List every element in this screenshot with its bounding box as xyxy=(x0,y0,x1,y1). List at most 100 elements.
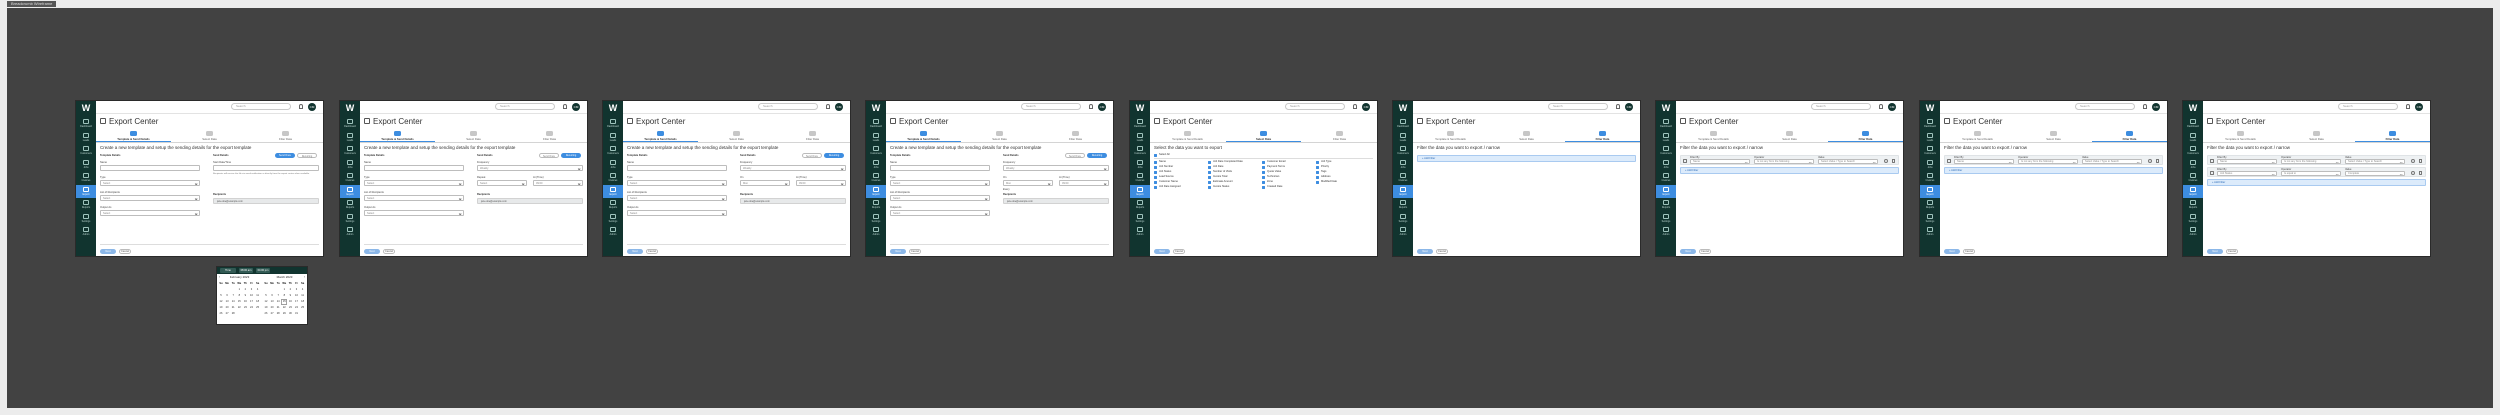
tab-step[interactable]: Template & Send Details xyxy=(1940,130,2015,142)
search-input[interactable]: Search xyxy=(758,103,818,110)
type-select[interactable]: Select xyxy=(364,180,464,186)
sidebar-item[interactable]: Leads xyxy=(868,131,884,144)
tab-step[interactable]: Filter Data xyxy=(1302,130,1377,142)
tab-step[interactable]: Select Data xyxy=(1489,130,1564,142)
recurring-toggle[interactable]: Recurring xyxy=(561,153,581,158)
data-field-checkbox[interactable]: Zone xyxy=(1262,180,1314,184)
sidebar-item[interactable]: Admin xyxy=(1658,225,1674,238)
sidebar-item[interactable]: Admin xyxy=(1132,225,1148,238)
sidebar-item[interactable]: Export xyxy=(76,184,96,198)
data-field-checkbox[interactable]: Customer Name xyxy=(1154,180,1206,184)
sidebar-item[interactable]: Jobs xyxy=(1922,158,1938,171)
data-field-checkbox[interactable]: Estimate Amount xyxy=(1208,180,1260,184)
sidebar-item[interactable]: Reports xyxy=(342,198,358,211)
sidebar-item[interactable]: Reports xyxy=(78,198,94,211)
sidebar-item[interactable]: Customers xyxy=(605,144,621,157)
search-input[interactable]: Search xyxy=(1811,103,1871,110)
time-to[interactable]: 04:00 pm xyxy=(256,268,270,273)
sidebar-item[interactable]: Invoices xyxy=(1922,171,1938,184)
sidebar-item[interactable]: Export xyxy=(1920,184,1940,198)
sidebar-item[interactable]: Jobs xyxy=(78,158,94,171)
sidebar-item[interactable]: Admin xyxy=(342,225,358,238)
calendar-day[interactable]: 29 xyxy=(281,311,287,317)
sidebar-item[interactable]: Dashboard xyxy=(1132,117,1148,130)
recurring-toggle[interactable]: Recurring xyxy=(824,153,844,158)
sidebar-item[interactable]: Reports xyxy=(1658,198,1674,211)
sidebar-item[interactable]: Leads xyxy=(1922,131,1938,144)
tab-step[interactable]: Filter Data xyxy=(1038,130,1113,142)
output-select[interactable]: Select xyxy=(627,210,727,216)
delete-icon[interactable] xyxy=(2419,159,2422,163)
data-field-checkbox[interactable]: Created Date xyxy=(1262,185,1314,189)
value-select[interactable]: Select Value / Type to Search xyxy=(1818,159,1878,164)
tab-step[interactable]: Select Data xyxy=(1752,130,1827,142)
sidebar-item[interactable]: Customers xyxy=(868,144,884,157)
sidebar-item[interactable]: Leads xyxy=(1658,131,1674,144)
tab-step[interactable]: Template & Send Details xyxy=(1413,130,1488,142)
sidebar-item[interactable]: Settings xyxy=(1922,212,1938,225)
date-time-picker[interactable]: Time 08:00 am 04:00 pm ‹ February 2023 S… xyxy=(217,267,307,324)
list-recipients-select[interactable]: Select xyxy=(100,195,200,201)
name-input[interactable] xyxy=(364,165,464,171)
sidebar-item[interactable]: Customers xyxy=(78,144,94,157)
data-field-checkbox[interactable]: Job Date Completed Date xyxy=(1208,160,1260,164)
recipient-chip[interactable]: jane.doe@example.com xyxy=(1003,198,1109,204)
sidebar-item[interactable]: Customers xyxy=(1395,144,1411,157)
bell-icon[interactable] xyxy=(299,104,303,109)
data-field-checkbox[interactable]: Priority xyxy=(1316,165,1368,169)
tab-step[interactable]: Template & Send Details xyxy=(1676,130,1751,142)
recipient-chip[interactable]: jane.doe@example.com xyxy=(477,198,583,204)
sidebar-item[interactable]: Settings xyxy=(605,212,621,225)
search-input[interactable]: Search xyxy=(1021,103,1081,110)
drag-handle-icon[interactable] xyxy=(1683,159,1687,163)
send-once-toggle[interactable]: Send Once xyxy=(275,153,295,158)
cancel-button[interactable]: Cancel xyxy=(1699,249,1711,254)
sidebar-item[interactable]: Invoices xyxy=(1658,171,1674,184)
data-field-checkbox[interactable]: Lead Source xyxy=(1154,175,1206,179)
calendar-day[interactable]: 25 xyxy=(255,305,261,311)
search-input[interactable]: Search xyxy=(2338,103,2398,110)
recurring-toggle[interactable]: Recurring xyxy=(1087,153,1107,158)
cancel-button[interactable]: Cancel xyxy=(119,249,131,254)
calendar-day[interactable]: 26 xyxy=(218,311,224,317)
next-button[interactable]: Next xyxy=(2207,249,2223,254)
sidebar-item[interactable]: Reports xyxy=(1395,198,1411,211)
frequency-select[interactable]: Weekly xyxy=(740,165,846,171)
sidebar-item[interactable]: Invoices xyxy=(342,171,358,184)
filter-by-select[interactable]: Job Status xyxy=(2217,171,2277,176)
sidebar-item[interactable]: Export xyxy=(866,184,886,198)
calendar-day[interactable]: 28 xyxy=(230,311,236,317)
sidebar-item[interactable]: Admin xyxy=(868,225,884,238)
data-field-checkbox[interactable]: Job Type xyxy=(1316,160,1368,164)
sidebar-item[interactable]: Invoices xyxy=(1395,171,1411,184)
avatar[interactable]: CM xyxy=(2415,103,2423,111)
next-button[interactable]: Next xyxy=(1417,249,1433,254)
drag-handle-icon[interactable] xyxy=(1947,159,1951,163)
sidebar-item[interactable]: Customers xyxy=(1658,144,1674,157)
cancel-button[interactable]: Cancel xyxy=(909,249,921,254)
sidebar-item[interactable]: Customers xyxy=(2185,144,2201,157)
settings-icon[interactable] xyxy=(2411,171,2415,175)
data-field-checkbox[interactable]: Quote Value xyxy=(1262,170,1314,174)
select-all-checkbox[interactable]: Select All xyxy=(1154,153,1194,157)
calendar-day[interactable]: 27 xyxy=(224,311,230,317)
avatar[interactable]: CM xyxy=(1362,103,1370,111)
tab-step[interactable]: Select Data xyxy=(699,130,774,142)
sidebar-item[interactable]: Settings xyxy=(78,212,94,225)
data-field-checkbox[interactable]: Job Status xyxy=(1154,170,1206,174)
settings-icon[interactable] xyxy=(2411,159,2415,163)
output-select[interactable]: Select xyxy=(100,210,200,216)
time-button[interactable]: Time xyxy=(220,268,236,273)
value-select[interactable]: Select Value / Type to Search xyxy=(2345,159,2405,164)
tab-step[interactable]: Select Data xyxy=(2016,130,2091,142)
filter-by-select[interactable]: Name xyxy=(1690,159,1750,164)
sidebar-item[interactable]: Settings xyxy=(1658,212,1674,225)
start-date-input[interactable] xyxy=(213,165,319,171)
recipient-chip[interactable]: jane.doe@example.com xyxy=(213,198,319,204)
cancel-button[interactable]: Cancel xyxy=(1963,249,1975,254)
send-once-toggle[interactable]: Send Once xyxy=(1065,153,1085,158)
on-day-select[interactable]: Mon xyxy=(740,180,790,186)
drag-handle-icon[interactable] xyxy=(2210,171,2214,175)
type-select[interactable]: Select xyxy=(627,180,727,186)
bell-icon[interactable] xyxy=(2143,104,2147,109)
